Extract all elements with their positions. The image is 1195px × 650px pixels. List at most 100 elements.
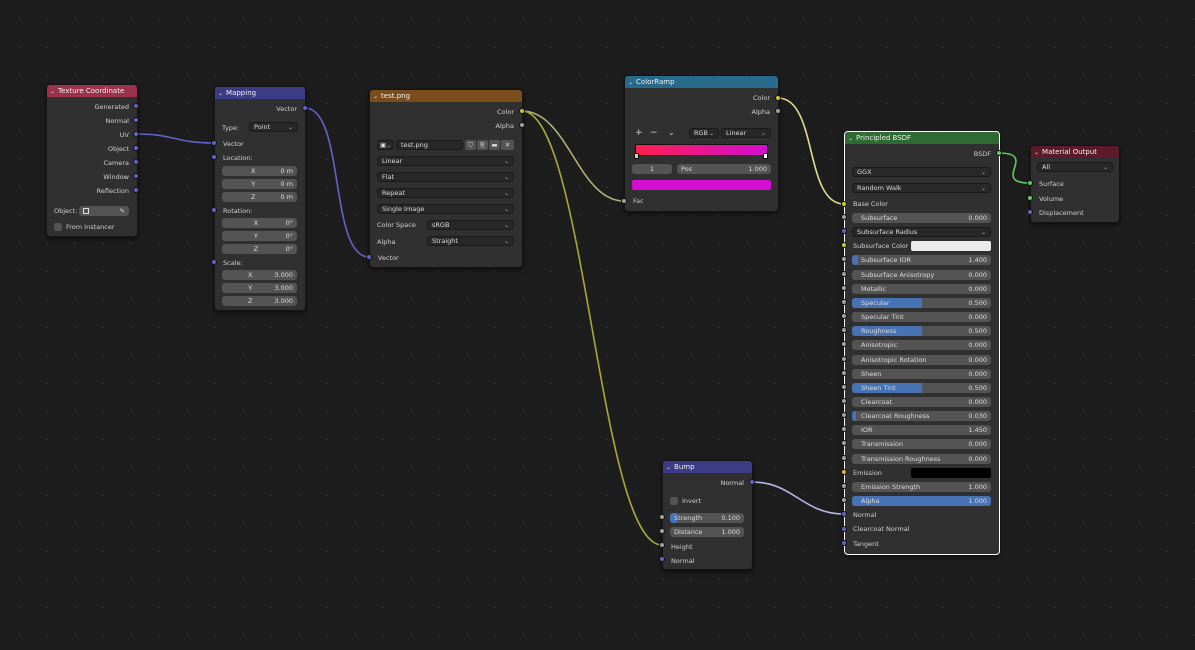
bsdf-param-in-2-socket[interactable] <box>841 242 847 248</box>
stop-position-field[interactable]: Pos 1.000 <box>677 164 771 174</box>
rotation-y-field[interactable]: Y 0° <box>222 231 297 241</box>
bsdf-param-in-7-socket[interactable] <box>841 313 847 319</box>
node-header[interactable]: ⌄ Material Output <box>1031 146 1119 158</box>
ramp-interpolation-dropdown[interactable]: Linear ⌄ <box>721 128 771 138</box>
ramp-stop-start[interactable] <box>634 153 639 159</box>
specular-tint-slider[interactable]: Specular Tint 0.000 <box>852 312 991 322</box>
subsurface-radius-dropdown[interactable]: Subsurface Radius ⌄ <box>852 227 991 237</box>
texcoord-out-3-socket[interactable] <box>133 145 139 151</box>
roughness-slider[interactable]: Roughness 0.500 <box>852 326 991 336</box>
collapse-chevron-icon[interactable]: ⌄ <box>666 464 671 471</box>
anisotropic-rotation-slider[interactable]: Anisotropic Rotation 0.000 <box>852 355 991 365</box>
bsdf-param-in-13-socket[interactable] <box>841 398 847 404</box>
distance-field[interactable]: Distance 1.000 <box>670 527 744 537</box>
node-header[interactable]: ⌄ test.png <box>370 90 522 102</box>
projection-dropdown[interactable]: Flat ⌄ <box>377 172 514 182</box>
texcoord-out-6-socket[interactable] <box>133 187 139 193</box>
mapping-location-in-socket[interactable] <box>211 154 217 160</box>
color-mode-dropdown[interactable]: RGB ⌄ <box>689 128 719 138</box>
bsdf-normal-in-socket[interactable] <box>841 511 847 517</box>
output-volume-in-socket[interactable] <box>1027 195 1033 201</box>
extension-dropdown[interactable]: Repeat ⌄ <box>377 188 514 198</box>
sheen-tint-slider[interactable]: Sheen Tint 0.500 <box>852 383 991 393</box>
bsdf-out-socket[interactable] <box>996 150 1002 156</box>
rotation-z-field[interactable]: Z 0° <box>222 244 297 254</box>
node-header[interactable]: ⌄ ColorRamp <box>625 76 778 88</box>
bsdf-param-in-20-socket[interactable] <box>841 497 847 503</box>
distribution-dropdown[interactable]: GGX ⌄ <box>852 167 991 177</box>
bsdf-param-in-14-socket[interactable] <box>841 412 847 418</box>
collapse-chevron-icon[interactable]: ⌄ <box>50 88 55 95</box>
collapse-chevron-icon[interactable]: ⌄ <box>373 93 378 100</box>
alpha-slider[interactable]: Alpha 1.000 <box>852 496 991 506</box>
subsurface-color-swatch[interactable] <box>911 241 991 251</box>
location-z-field[interactable]: Z0 m <box>222 192 297 202</box>
node-header[interactable]: ⌄ Mapping <box>215 87 305 99</box>
bump-node[interactable]: ⌄ Bump Normal Invert Strength 0.100 Distan… <box>662 460 753 570</box>
transmission-slider[interactable]: Transmission 0.000 <box>852 439 991 449</box>
colorramp-alpha-out-socket[interactable] <box>775 108 781 114</box>
object-field[interactable]: ✎ <box>79 206 129 216</box>
transmission-roughness-slider[interactable]: Transmission Roughness 0.000 <box>852 454 991 464</box>
duplicate-icon[interactable]: ⎘ <box>477 140 488 150</box>
image-color-out-socket[interactable] <box>519 108 525 114</box>
collapse-chevron-icon[interactable]: ⌄ <box>1034 149 1039 156</box>
image-texture-node[interactable]: ⌄ test.png Color Alpha ▣ ⌄ test.png ⛉ ⎘ ▬ … <box>369 89 523 268</box>
bsdf-param-in-18-socket[interactable] <box>841 469 847 475</box>
bump-height-in-socket[interactable] <box>659 542 665 548</box>
texcoord-out-2-socket[interactable] <box>133 131 139 137</box>
bsdf-base-color-in-socket[interactable] <box>841 201 847 207</box>
bsdf-param-in-10-socket[interactable] <box>841 356 847 362</box>
ior-slider[interactable]: IOR 1.450 <box>852 425 991 435</box>
from-instancer-checkbox[interactable] <box>54 223 62 231</box>
image-vector-in-socket[interactable] <box>366 254 372 260</box>
output-displacement-in-socket[interactable] <box>1027 209 1033 215</box>
image-alpha-out-socket[interactable] <box>519 122 525 128</box>
source-dropdown[interactable]: Single Image ⌄ <box>377 204 514 214</box>
mapping-node[interactable]: ⌄ Mapping Vector Type: Point ⌄ Vector Loca… <box>214 86 306 311</box>
strength-slider[interactable]: Strength 0.100 <box>670 513 744 523</box>
anisotropic-slider[interactable]: Anisotropic 0.000 <box>852 340 991 350</box>
scale-z-field[interactable]: Z 3.000 <box>222 296 297 306</box>
principled-bsdf-node[interactable]: ⌄ Principled BSDF BSDF GGX ⌄ Random Walk ⌄ … <box>844 131 1000 555</box>
bump-strength-in-socket[interactable] <box>659 514 665 520</box>
location-x-field[interactable]: X0 m <box>222 166 297 176</box>
clearcoat-slider[interactable]: Clearcoat 0.000 <box>852 397 991 407</box>
color-space-dropdown[interactable]: sRGB ⌄ <box>427 220 514 230</box>
ramp-stop-end[interactable] <box>763 153 768 159</box>
folder-icon[interactable]: ▬ <box>489 140 500 150</box>
image-browse-button[interactable]: ▣ ⌄ <box>377 140 394 150</box>
bump-distance-in-socket[interactable] <box>659 528 665 534</box>
mapping-rotation-in-socket[interactable] <box>211 207 217 213</box>
clearcoat-roughness-slider[interactable]: Clearcoat Roughness 0.030 <box>852 411 991 421</box>
scale-y-field[interactable]: Y 3.000 <box>222 283 297 293</box>
sheen-slider[interactable]: Sheen 0.000 <box>852 369 991 379</box>
colorramp-fac-in-socket[interactable] <box>621 198 627 204</box>
metallic-slider[interactable]: Metallic 0.000 <box>852 284 991 294</box>
node-editor-canvas[interactable] <box>0 0 1195 650</box>
texcoord-out-0-socket[interactable] <box>133 103 139 109</box>
mapping-vector-in-socket[interactable] <box>211 140 217 146</box>
node-header[interactable]: ⌄ Texture Coordinate <box>47 85 137 97</box>
subsurface-slider[interactable]: Subsurface 0.000 <box>852 213 991 223</box>
bsdf-clearcoat-normal-in-socket[interactable] <box>841 526 847 532</box>
subsurface-anisotropy-slider[interactable]: Subsurface Anisotropy 0.000 <box>852 270 991 280</box>
location-y-field[interactable]: Y0 m <box>222 179 297 189</box>
specular-slider[interactable]: Specular 0.500 <box>852 298 991 308</box>
bump-normal-in-socket[interactable] <box>659 556 665 562</box>
material-output-node[interactable]: ⌄ Material Output All ⌄ Surface Volume Displ… <box>1030 145 1120 223</box>
stop-color-swatch[interactable] <box>632 180 771 190</box>
node-header[interactable]: ⌄ Bump <box>663 461 752 473</box>
node-header[interactable]: ⌄ Principled BSDF <box>845 132 999 144</box>
active-stop-index[interactable]: 1 <box>632 164 672 174</box>
bsdf-param-in-16-socket[interactable] <box>841 440 847 446</box>
bsdf-param-in-12-socket[interactable] <box>841 384 847 390</box>
bsdf-param-in-8-socket[interactable] <box>841 327 847 333</box>
interpolation-dropdown[interactable]: Linear ⌄ <box>377 156 514 166</box>
color-ramp-gradient[interactable] <box>635 144 768 156</box>
eyedropper-icon[interactable]: ✎ <box>120 207 125 215</box>
bsdf-param-in-4-socket[interactable] <box>841 271 847 277</box>
texture-coordinate-node[interactable]: ⌄ Texture Coordinate Generated Normal UV Obj… <box>46 84 138 237</box>
scale-x-field[interactable]: X 3.000 <box>222 270 297 280</box>
invert-checkbox[interactable] <box>670 497 678 505</box>
